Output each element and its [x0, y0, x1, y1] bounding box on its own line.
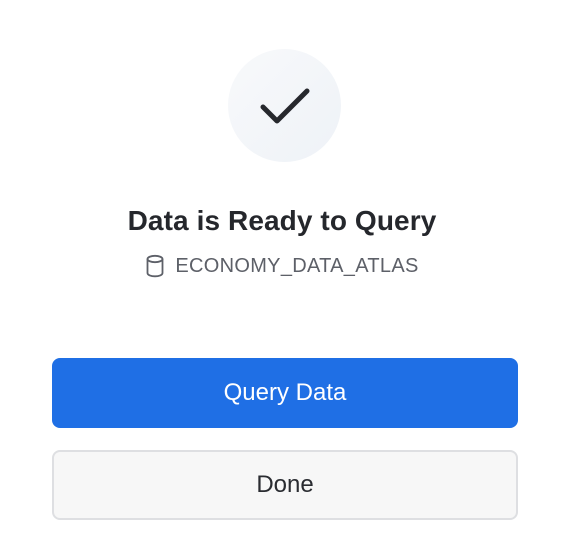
database-icon [146, 254, 164, 278]
database-name: ECONOMY_DATA_ATLAS [175, 255, 419, 277]
done-button[interactable]: Done [52, 450, 518, 520]
success-dialog: Data is Ready to Query ECONOMY_DATA_ATLA… [0, 0, 564, 546]
database-label: ECONOMY_DATA_ATLAS [0, 253, 564, 279]
success-badge [228, 49, 341, 162]
query-data-button[interactable]: Query Data [52, 358, 518, 428]
page-title: Data is Ready to Query [127, 205, 437, 236]
checkmark-icon [260, 88, 309, 123]
